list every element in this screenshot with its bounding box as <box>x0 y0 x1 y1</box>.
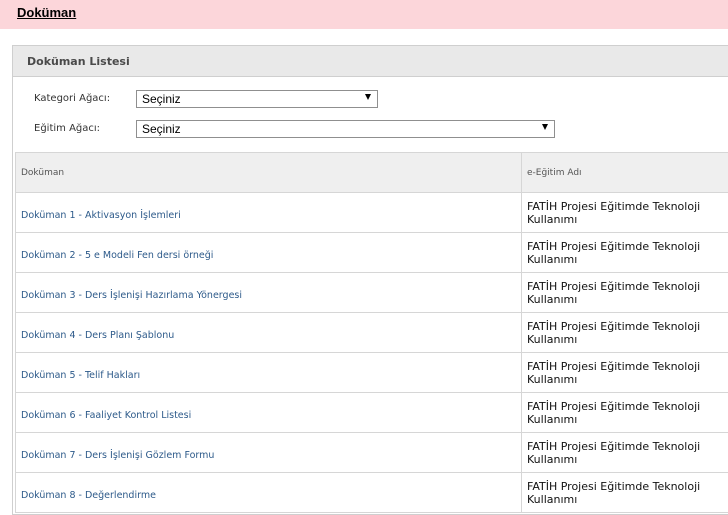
top-bar: Doküman <box>0 0 728 29</box>
table-header-row: Doküman e-Eğitim Adı <box>16 153 728 193</box>
course-name: FATİH Projesi Eğitimde Teknoloji Kullanı… <box>527 400 724 426</box>
course-name: FATİH Projesi Eğitimde Teknoloji Kullanı… <box>527 200 724 226</box>
course-name: FATİH Projesi Eğitimde Teknoloji Kullanı… <box>527 480 724 506</box>
document-link[interactable]: Doküman 1 - Aktivasyon İşlemleri <box>21 210 181 221</box>
document-cell: Doküman 1 - Aktivasyon İşlemleri <box>16 193 522 233</box>
course-name: FATİH Projesi Eğitimde Teknoloji Kullanı… <box>527 320 724 346</box>
document-link[interactable]: Doküman 5 - Telif Hakları <box>21 370 140 381</box>
panel-header: Doküman Listesi <box>13 46 728 77</box>
document-link[interactable]: Doküman 6 - Faaliyet Kontrol Listesi <box>21 410 191 421</box>
training-tree-select[interactable]: Seçiniz <box>136 120 555 138</box>
chevron-down-icon <box>365 94 371 100</box>
document-link[interactable]: Doküman 8 - Değerlendirme <box>21 490 156 501</box>
document-link[interactable]: Doküman 3 - Ders İşlenişi Hazırlama Yöne… <box>21 290 242 301</box>
course-name: FATİH Projesi Eğitimde Teknoloji Kullanı… <box>527 240 724 266</box>
document-link[interactable]: Doküman 4 - Ders Planı Şablonu <box>21 330 174 341</box>
table-row: Doküman 4 - Ders Planı Şablonu FATİH Proj… <box>16 313 728 353</box>
course-cell: FATİH Projesi Eğitimde Teknoloji Kullanı… <box>522 393 728 433</box>
page-title-link[interactable]: Doküman <box>17 5 76 20</box>
course-cell: FATİH Projesi Eğitimde Teknoloji Kullanı… <box>522 233 728 273</box>
document-link[interactable]: Doküman 7 - Ders İşlenişi Gözlem Formu <box>21 450 214 461</box>
document-cell: Doküman 7 - Ders İşlenişi Gözlem Formu <box>16 433 522 473</box>
column-header-course: e-Eğitim Adı <box>522 153 728 193</box>
category-tree-label: Kategori Ağacı: <box>34 93 110 104</box>
table-row: Doküman 1 - Aktivasyon İşlemleri FATİH Pr… <box>16 193 728 233</box>
document-cell: Doküman 5 - Telif Hakları <box>16 353 522 393</box>
course-cell: FATİH Projesi Eğitimde Teknoloji Kullanı… <box>522 193 728 233</box>
category-tree-value: Seçiniz <box>142 92 181 106</box>
table-row: Doküman 6 - Faaliyet Kontrol Listesi FATİ… <box>16 393 728 433</box>
training-tree-label: Eğitim Ağacı: <box>34 123 100 134</box>
category-tree-select[interactable]: Seçiniz <box>136 90 378 108</box>
table-row: Doküman 3 - Ders İşlenişi Hazırlama Yöne… <box>16 273 728 313</box>
document-cell: Doküman 3 - Ders İşlenişi Hazırlama Yöne… <box>16 273 522 313</box>
table-row: Doküman 5 - Telif Hakları FATİH Projesi E… <box>16 353 728 393</box>
chevron-down-icon <box>542 124 548 130</box>
course-cell: FATİH Projesi Eğitimde Teknoloji Kullanı… <box>522 313 728 353</box>
table-row: Doküman 2 - 5 e Modeli Fen dersi örneği F… <box>16 233 728 273</box>
document-link[interactable]: Doküman 2 - 5 e Modeli Fen dersi örneği <box>21 250 213 261</box>
column-header-document: Doküman <box>16 153 522 193</box>
course-cell: FATİH Projesi Eğitimde Teknoloji Kullanı… <box>522 433 728 473</box>
course-name: FATİH Projesi Eğitimde Teknoloji Kullanı… <box>527 440 724 466</box>
course-name: FATİH Projesi Eğitimde Teknoloji Kullanı… <box>527 280 724 306</box>
course-cell: FATİH Projesi Eğitimde Teknoloji Kullanı… <box>522 273 728 313</box>
document-cell: Doküman 4 - Ders Planı Şablonu <box>16 313 522 353</box>
document-cell: Doküman 2 - 5 e Modeli Fen dersi örneği <box>16 233 522 273</box>
panel-title: Doküman Listesi <box>27 55 130 68</box>
course-cell: FATİH Projesi Eğitimde Teknoloji Kullanı… <box>522 353 728 393</box>
course-name: FATİH Projesi Eğitimde Teknoloji Kullanı… <box>527 360 724 386</box>
document-table: Doküman e-Eğitim Adı Doküman 1 - Aktivas… <box>15 152 728 513</box>
table-row: Doküman 7 - Ders İşlenişi Gözlem Formu FA… <box>16 433 728 473</box>
training-tree-value: Seçiniz <box>142 122 181 136</box>
document-cell: Doküman 6 - Faaliyet Kontrol Listesi <box>16 393 522 433</box>
